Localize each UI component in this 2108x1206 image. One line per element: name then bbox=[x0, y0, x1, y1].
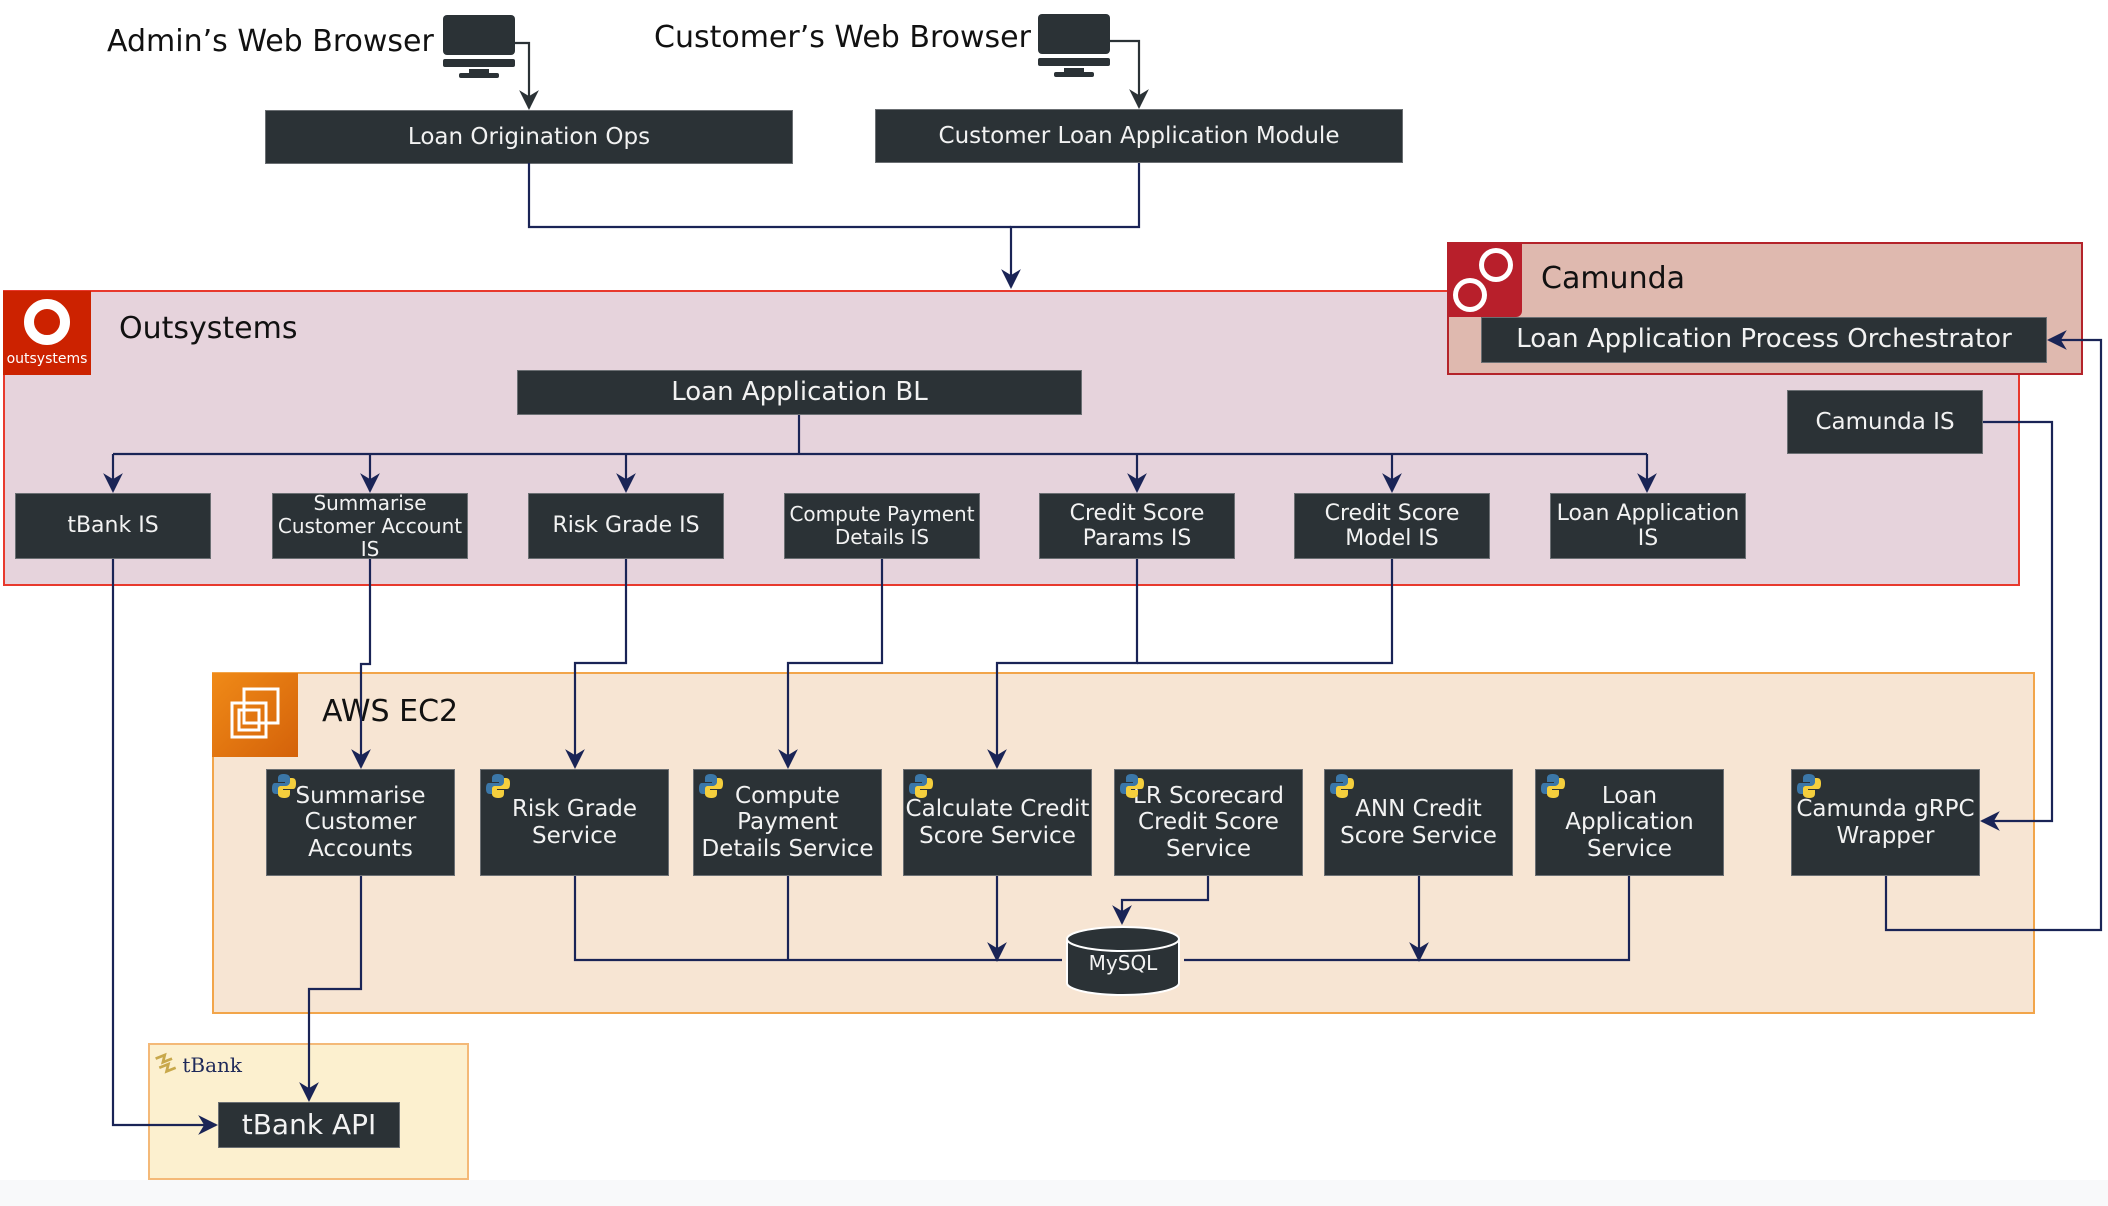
connector-services-to-mysql-right bbox=[1184, 876, 1631, 960]
connector-admin-to-ops bbox=[512, 41, 539, 110]
connector-credit-model-is-to-service bbox=[1137, 559, 1394, 665]
connector-camunda-is-to-grpc bbox=[1980, 420, 2054, 831]
connector-summarise-is-to-service bbox=[351, 559, 372, 769]
connector-grpc-to-orchestrator bbox=[1884, 330, 2103, 932]
connector-credit-params-is-to-service bbox=[987, 559, 1139, 769]
connector-ops-to-outsystems bbox=[527, 163, 1011, 229]
connector-lr-to-mysql bbox=[1112, 876, 1210, 925]
connectors bbox=[103, 39, 2103, 1135]
connector-bl-bus bbox=[113, 415, 1647, 456]
connector-risk-is-to-service bbox=[565, 559, 628, 769]
connector-customer-to-module bbox=[1107, 39, 1149, 109]
connector-module-to-outsystems bbox=[1001, 163, 1141, 289]
connector-summarise-service-to-api bbox=[299, 876, 363, 1102]
connector-compute-is-to-service bbox=[778, 559, 884, 769]
connector-tbank-is-to-api bbox=[111, 559, 218, 1135]
connector-services-to-mysql-left bbox=[573, 876, 1062, 960]
